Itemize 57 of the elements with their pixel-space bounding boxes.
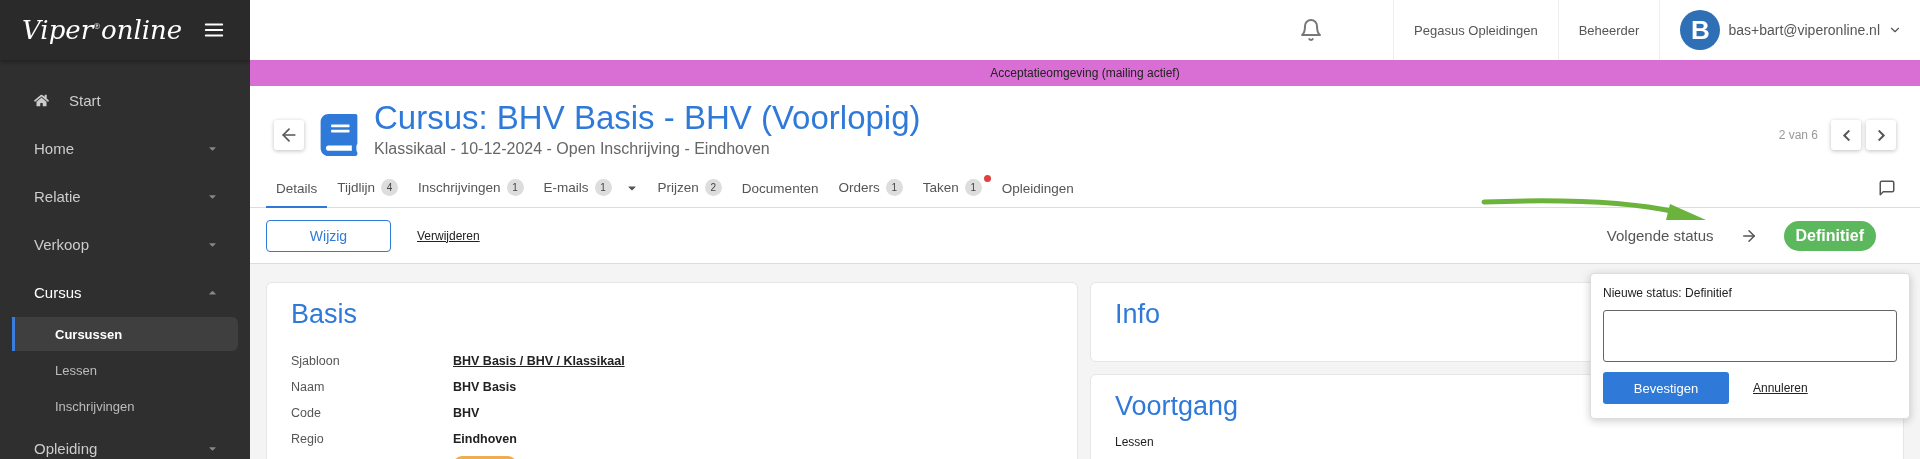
- comment-field[interactable]: [1603, 310, 1897, 362]
- tab[interactable]: E-mails 1: [533, 179, 648, 208]
- comment-icon[interactable]: [1878, 179, 1896, 197]
- home-icon: [34, 92, 49, 108]
- tab[interactable]: Documenten: [731, 181, 829, 208]
- field-value: Eindhoven: [453, 432, 518, 446]
- field-label: Regio: [291, 432, 325, 446]
- sidebar-item[interactable]: Start: [0, 76, 250, 124]
- page-title: Cursus: BHV Basis - BHV (Voorlopig): [374, 98, 921, 138]
- sidebar-item[interactable]: Relatie: [0, 172, 250, 220]
- tab[interactable]: Orders 1: [828, 179, 913, 208]
- confirm-button[interactable]: Bevestigen: [1603, 372, 1729, 404]
- tab[interactable]: Opleidingen: [991, 181, 1084, 208]
- page-subtitle: Klassikaal - 10-12-2024 - Open Inschrijving - Eindhoven: [374, 140, 771, 158]
- sidebar-item[interactable]: Verkoop: [0, 220, 250, 268]
- field-label: Naam: [291, 380, 326, 394]
- bell-icon[interactable]: [1299, 18, 1324, 42]
- sidebar-item[interactable]: Opleiding: [0, 424, 250, 459]
- edit-button[interactable]: Wijzig: [266, 219, 391, 252]
- card-title: Info: [1115, 299, 1161, 330]
- book-icon: [318, 114, 360, 156]
- card-title: Voortgang: [1115, 391, 1239, 422]
- delete-link[interactable]: Verwijderen: [417, 228, 480, 243]
- tab[interactable]: Tijdlijn 4: [327, 179, 409, 208]
- sidebar-item[interactable]: Cursus: [0, 268, 250, 316]
- pager-count: 2 van 6: [1778, 128, 1818, 142]
- sidebar-subitem[interactable]: Lessen: [12, 353, 238, 387]
- environment-banner: Acceptatieomgeving (mailing actief): [250, 60, 1920, 86]
- count-badge: 1: [885, 179, 903, 196]
- tab[interactable]: Prijzen 2: [647, 179, 732, 208]
- count-badge: 1: [506, 179, 524, 196]
- popover-title: Nieuwe status: Definitief: [1603, 286, 1733, 300]
- tab[interactable]: Taken 1: [912, 179, 992, 208]
- next-status-label: Volgende status: [1606, 227, 1714, 244]
- tab[interactable]: Inschrijvingen 1: [408, 179, 534, 208]
- sidebar-subitem[interactable]: Inschrijvingen: [12, 389, 238, 423]
- logo: Viper$^{®}$online: [22, 15, 183, 45]
- field-value: BHV: [453, 406, 481, 420]
- back-button[interactable]: [274, 120, 304, 150]
- next-button[interactable]: [1866, 120, 1896, 150]
- user-email: bas+bart@viperonline.nl: [1728, 22, 1880, 38]
- count-badge: 1: [964, 179, 982, 196]
- tab[interactable]: Details: [266, 181, 328, 208]
- count-badge: 4: [381, 179, 399, 196]
- sidebar-subitem[interactable]: Cursussen: [12, 317, 238, 351]
- field-value: BHV Basis: [453, 380, 518, 394]
- previous-button[interactable]: [1831, 120, 1861, 150]
- card-title: Basis: [291, 299, 358, 330]
- field-link[interactable]: BHV Basis / BHV / Klassikaal: [453, 354, 1053, 368]
- avatar: B: [1680, 10, 1721, 50]
- sidebar-item[interactable]: Home: [0, 124, 250, 172]
- field-label: Code: [291, 406, 322, 420]
- cancel-link[interactable]: Annuleren: [1753, 381, 1808, 395]
- field-label: Sjabloon: [291, 354, 341, 368]
- count-badge: 1: [594, 179, 612, 196]
- count-badge: 2: [704, 179, 722, 196]
- field-label: Lessen: [1115, 435, 1154, 449]
